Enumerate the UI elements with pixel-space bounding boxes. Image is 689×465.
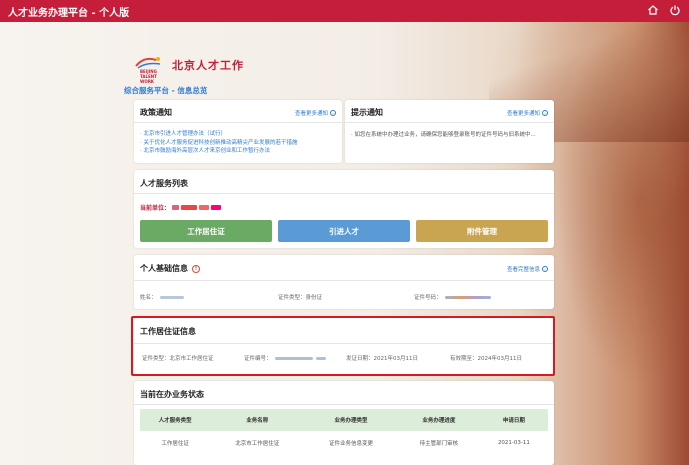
app-title: 人才业务办理平台 - 个人版 <box>8 7 130 19</box>
logo-cn-text: 北京人才工作 <box>172 59 244 72</box>
status-table: 人才服务类型 业务名称 业务办理类型 业务办理进度 申请日期 工作居住证 北京市… <box>140 409 548 455</box>
personal-more-link[interactable]: 查看完整信息 › <box>507 265 548 273</box>
policy-more-link[interactable]: 查看更多通知 › <box>295 109 336 117</box>
personal-title: 个人基础信息 ! <box>140 263 200 274</box>
arrow-right-icon: › <box>330 110 336 116</box>
redacted-unit <box>199 205 210 210</box>
redacted-name <box>159 295 184 299</box>
highlight-box <box>131 316 555 376</box>
hint-more-link[interactable]: 查看更多通知 › <box>507 109 548 117</box>
policy-title: 政策通知 <box>140 108 172 117</box>
breadcrumb: 综合服务平台 - 信息总览 <box>124 86 208 95</box>
divider <box>134 193 554 194</box>
hint-card: 提示通知 查看更多通知 › · 如您在系统中办理过业务，请确保您能够登录账号的证… <box>345 100 554 163</box>
id-number-field: 证件号码： <box>414 293 491 301</box>
table-row[interactable]: 工作居住证 北京市工作居住证 证件业务信息变更 待主管部门审核 2021-03-… <box>140 431 548 455</box>
divider <box>134 280 554 281</box>
table-cell: 证件业务信息变更 <box>328 441 373 447</box>
id-type-field: 证件类型：身份证 <box>278 293 322 301</box>
personal-title-text: 个人基础信息 <box>140 264 188 273</box>
column-header: 业务办理进度 <box>397 409 480 431</box>
table-cell: 待主管部门审核 <box>419 441 459 447</box>
id-type-label: 证件类型：身份证 <box>278 295 323 301</box>
policy-card: 政策通知 查看更多通知 › · 北京市引进人才管理办法（试行） · 关于优化人才… <box>134 100 342 163</box>
arrow-right-icon: › <box>542 266 548 272</box>
policy-item[interactable]: · 北京市引进人才管理办法（试行） <box>140 130 298 139</box>
services-title: 人才服务列表 <box>140 179 188 188</box>
divider <box>134 404 554 405</box>
table-header-row: 人才服务类型 业务名称 业务办理类型 业务办理进度 申请日期 <box>140 409 548 431</box>
hint-title: 提示通知 <box>351 108 383 117</box>
redacted-id-number <box>444 295 491 299</box>
redacted-unit <box>181 205 198 210</box>
id-number-label: 证件号码： <box>414 295 442 301</box>
divider <box>345 122 554 123</box>
table-cell: 北京市工作居住证 <box>235 441 280 447</box>
name-field: 姓名： <box>140 293 184 301</box>
logo-mark-icon: BEIJING TALENT WORK <box>134 54 168 84</box>
table-cell: 2021-03-11 <box>497 440 530 446</box>
service-button-label: 工作居住证 <box>187 226 225 236</box>
redacted-unit <box>172 205 180 210</box>
table-cell: 工作居住证 <box>161 441 189 447</box>
hint-more-label: 查看更多通知 <box>506 111 540 117</box>
policy-item[interactable]: · 北京市鼓励海外高层次人才来京创业和工作暂行办法 <box>140 147 298 156</box>
services-card: 人才服务列表 当前单位： 工作居住证 引进人才 附件管理 <box>134 170 554 248</box>
policy-list: · 北京市引进人才管理办法（试行） · 关于优化人才服务促进科技创新推动高精尖产… <box>140 130 298 156</box>
column-header: 业务办理类型 <box>304 409 398 431</box>
logo: BEIJING TALENT WORK 北京人才工作 <box>134 52 274 84</box>
home-icon[interactable] <box>647 4 659 19</box>
service-button-label: 引进人才 <box>329 226 359 236</box>
service-button-permit[interactable]: 工作居住证 <box>140 220 272 242</box>
column-header: 申请日期 <box>479 409 548 431</box>
service-button-attachments[interactable]: 附件管理 <box>416 220 548 242</box>
divider <box>134 122 342 123</box>
personal-more-label: 查看完整信息 <box>506 267 540 273</box>
redacted-unit <box>211 205 222 210</box>
warning-icon[interactable]: ! <box>192 264 200 273</box>
column-header: 人才服务类型 <box>140 409 211 431</box>
current-unit-label: 当前单位： <box>140 205 171 212</box>
arrow-right-icon: › <box>542 110 548 116</box>
column-header: 业务名称 <box>210 409 305 431</box>
status-card: 当前在办业务状态 人才服务类型 业务名称 业务办理类型 业务办理进度 申请日期 … <box>134 381 554 465</box>
status-title: 当前在办业务状态 <box>140 390 204 399</box>
personal-card: 个人基础信息 ! 查看完整信息 › 姓名： 证件类型：身份证 证件号码： <box>134 255 554 309</box>
service-button-label: 附件管理 <box>467 226 497 236</box>
power-icon[interactable] <box>669 4 681 19</box>
name-label: 姓名： <box>140 295 157 301</box>
policy-more-label: 查看更多通知 <box>294 111 328 117</box>
service-button-talent[interactable]: 引进人才 <box>278 220 410 242</box>
logo-en-text: BEIJING TALENT WORK <box>140 69 157 84</box>
current-unit: 当前单位： <box>140 203 222 212</box>
policy-item[interactable]: · 关于优化人才服务促进科技创新推动高精尖产业发展的若干措施 <box>140 139 298 148</box>
top-bar: 人才业务办理平台 - 个人版 <box>0 0 689 22</box>
hint-text[interactable]: · 如您在系统中办理过业务，请确保您能够登录账号的证件号码与旧系统中... <box>351 130 536 138</box>
